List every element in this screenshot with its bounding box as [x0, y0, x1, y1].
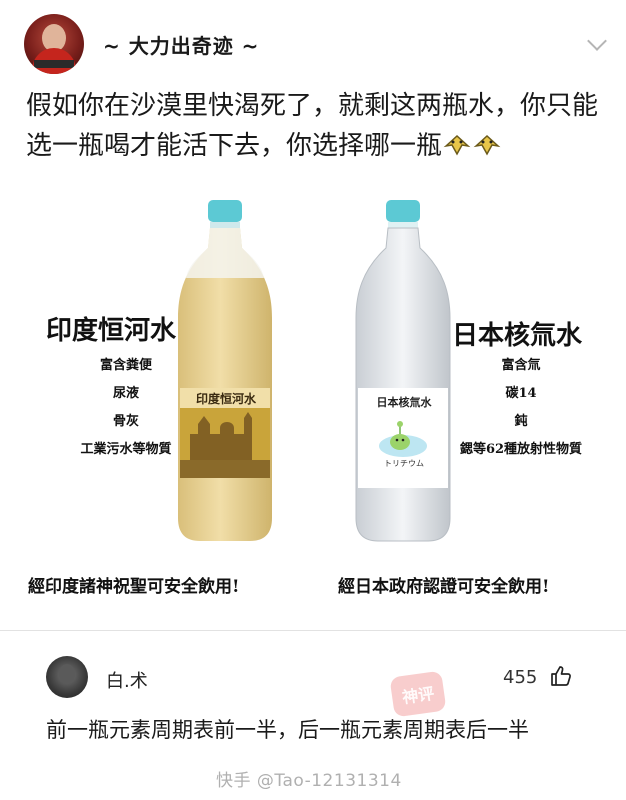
ganges-content-item: 骨灰	[112, 414, 139, 429]
fukushima-contents: 富含氚 碳14 鈍 鍶等62種放射性物質	[446, 352, 596, 464]
crossed-fingers-icon	[442, 130, 472, 156]
thumbs-up-icon[interactable]	[549, 664, 573, 688]
fukushima-content-item: 富含氚	[501, 358, 541, 373]
ganges-content-item: 工業污水等物質	[80, 442, 172, 457]
ganges-content-item: 尿液	[112, 386, 139, 401]
fukushima-bottle-sublabel: トリチウム	[384, 459, 424, 468]
ganges-contents: 富含粪便 尿液 骨灰 工業污水等物質	[56, 352, 196, 464]
fukushima-content-item: 鍶等62種放射性物質	[459, 442, 583, 457]
avatar-tag	[34, 60, 74, 68]
post-text-body: 假如你在沙漠里快渴死了，就剩这两瓶水，你只能选一瓶喝才能活下去，你选择哪一瓶	[26, 91, 599, 161]
ganges-content-item: 富含粪便	[99, 358, 152, 373]
post-text: 假如你在沙漠里快渴死了，就剩这两瓶水，你只能选一瓶喝才能活下去，你选择哪一瓶	[26, 86, 606, 166]
section-divider	[0, 630, 626, 631]
fukushima-title: 日本核氚水	[452, 321, 583, 351]
commenter-name[interactable]: 白.术	[106, 667, 148, 693]
fukushima-content-item: 碳14	[505, 386, 537, 401]
chevron-down-icon[interactable]	[587, 31, 607, 51]
comment-text: 前一瓶元素周期表前一半，后一瓶元素周期表后一半	[46, 718, 529, 742]
ganges-bottle-label: 印度恒河水	[195, 392, 256, 406]
ganges-caption: 經印度諸神祝聖可安全飲用!	[28, 577, 240, 597]
top-comment-badge: 神评	[389, 670, 447, 718]
avatar-face	[59, 664, 75, 684]
like-count: 455	[503, 667, 538, 688]
post-header: ~ 大力出奇迹 ~	[0, 0, 626, 86]
ganges-title: 印度恒河水	[46, 316, 177, 346]
author-name[interactable]: ~ 大力出奇迹 ~	[103, 30, 259, 59]
fukushima-water-bottle	[355, 200, 451, 542]
author-avatar[interactable]	[24, 14, 84, 74]
watermark: 快手 @Tao-12131314	[216, 771, 402, 791]
crossed-fingers-icon	[472, 130, 502, 156]
post-image[interactable]: 印度恒河水 日本核氚水 トリチウム 印度恒河水 富含粪便 尿液 骨灰 工業污水等…	[0, 180, 626, 620]
fukushima-content-item: 鈍	[514, 414, 528, 429]
fukushima-caption: 經日本政府認證可安全飲用!	[338, 577, 550, 597]
fukushima-bottle-label: 日本核氚水	[376, 396, 432, 409]
commenter-avatar[interactable]	[46, 656, 88, 698]
